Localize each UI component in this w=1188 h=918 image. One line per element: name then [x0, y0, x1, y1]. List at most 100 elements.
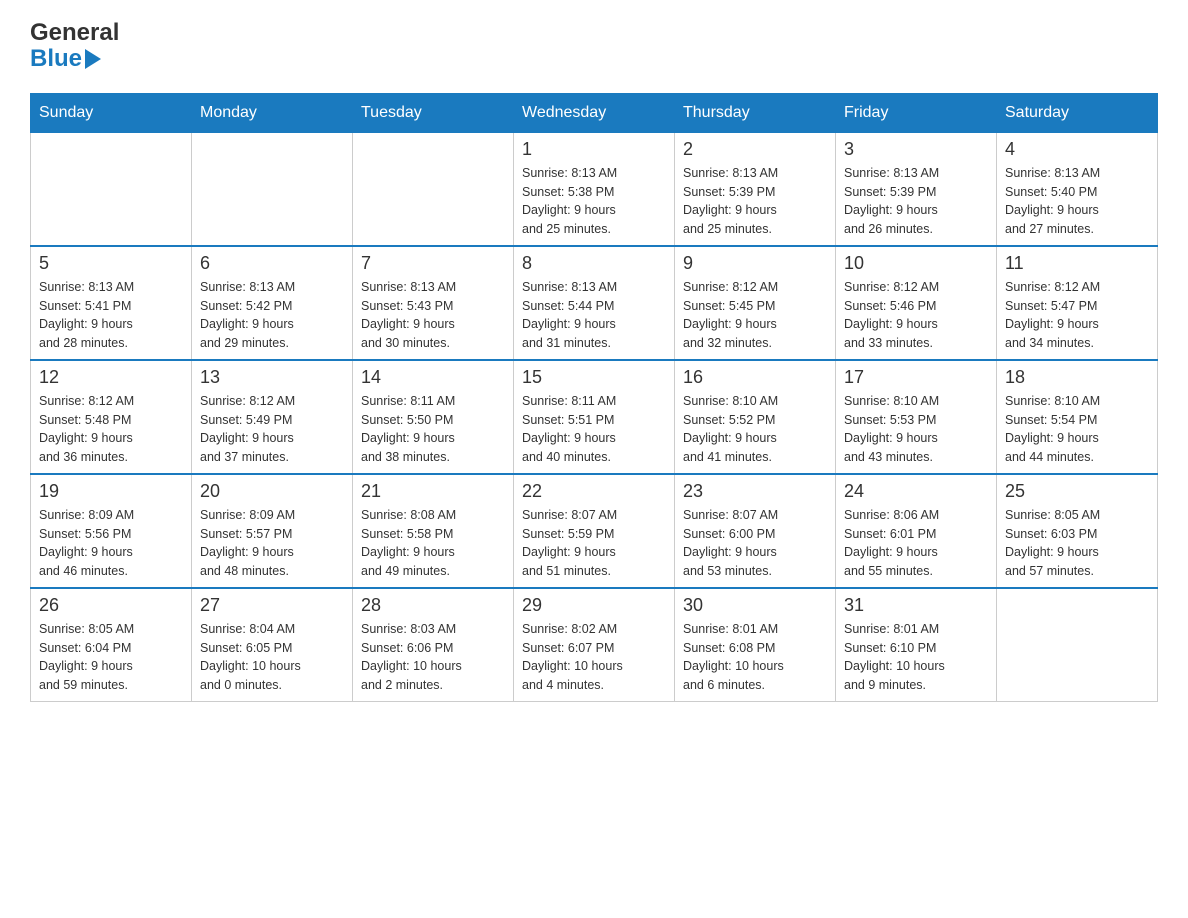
calendar-day-cell — [353, 132, 514, 246]
day-info: Sunrise: 8:02 AM Sunset: 6:07 PM Dayligh… — [522, 620, 666, 695]
day-info: Sunrise: 8:11 AM Sunset: 5:50 PM Dayligh… — [361, 392, 505, 467]
calendar-day-cell: 27 Sunrise: 8:04 AM Sunset: 6:05 PM Dayli… — [192, 588, 353, 702]
day-number: 7 — [361, 253, 505, 274]
day-info: Sunrise: 8:13 AM Sunset: 5:40 PM Dayligh… — [1005, 164, 1149, 239]
day-info: Sunrise: 8:10 AM Sunset: 5:53 PM Dayligh… — [844, 392, 988, 467]
day-info: Sunrise: 8:07 AM Sunset: 6:00 PM Dayligh… — [683, 506, 827, 581]
calendar-day-cell: 9 Sunrise: 8:12 AM Sunset: 5:45 PM Daylig… — [675, 246, 836, 360]
day-number: 22 — [522, 481, 666, 502]
calendar-day-cell: 16Sunrise: 8:10 AM Sunset: 5:52 PM Dayli… — [675, 360, 836, 474]
day-number: 24 — [844, 481, 988, 502]
calendar-header-row: SundayMondayTuesdayWednesdayThursdayFrid… — [31, 93, 1158, 132]
day-number: 2 — [683, 139, 827, 160]
calendar-day-cell: 19Sunrise: 8:09 AM Sunset: 5:56 PM Dayli… — [31, 474, 192, 588]
day-info: Sunrise: 8:12 AM Sunset: 5:46 PM Dayligh… — [844, 278, 988, 353]
day-number: 30 — [683, 595, 827, 616]
calendar-week-row: 1Sunrise: 8:13 AM Sunset: 5:38 PM Daylig… — [31, 132, 1158, 246]
day-info: Sunrise: 8:13 AM Sunset: 5:39 PM Dayligh… — [683, 164, 827, 239]
day-number: 1 — [522, 139, 666, 160]
day-info: Sunrise: 8:13 AM Sunset: 5:42 PM Dayligh… — [200, 278, 344, 353]
day-info: Sunrise: 8:05 AM Sunset: 6:04 PM Dayligh… — [39, 620, 183, 695]
day-info: Sunrise: 8:13 AM Sunset: 5:43 PM Dayligh… — [361, 278, 505, 353]
weekday-header-monday: Monday — [192, 93, 353, 132]
day-info: Sunrise: 8:13 AM Sunset: 5:44 PM Dayligh… — [522, 278, 666, 353]
calendar-day-cell: 26 Sunrise: 8:05 AM Sunset: 6:04 PM Dayli… — [31, 588, 192, 702]
day-info: Sunrise: 8:01 AM Sunset: 6:08 PM Dayligh… — [683, 620, 827, 695]
day-info: Sunrise: 8:10 AM Sunset: 5:54 PM Dayligh… — [1005, 392, 1149, 467]
calendar-day-cell: 13 Sunrise: 8:12 AM Sunset: 5:49 PM Dayli… — [192, 360, 353, 474]
calendar-day-cell: 24 Sunrise: 8:06 AM Sunset: 6:01 PM Dayli… — [836, 474, 997, 588]
day-info: Sunrise: 8:09 AM Sunset: 5:57 PM Dayligh… — [200, 506, 344, 581]
calendar-day-cell — [997, 588, 1158, 702]
day-number: 3 — [844, 139, 988, 160]
day-number: 15 — [522, 367, 666, 388]
calendar-week-row: 5 Sunrise: 8:13 AM Sunset: 5:41 PM Daylig… — [31, 246, 1158, 360]
calendar-day-cell: 14 Sunrise: 8:11 AM Sunset: 5:50 PM Dayli… — [353, 360, 514, 474]
calendar-day-cell: 3 Sunrise: 8:13 AM Sunset: 5:39 PM Daylig… — [836, 132, 997, 246]
day-info: Sunrise: 8:01 AM Sunset: 6:10 PM Dayligh… — [844, 620, 988, 695]
day-info: Sunrise: 8:06 AM Sunset: 6:01 PM Dayligh… — [844, 506, 988, 581]
weekday-header-tuesday: Tuesday — [353, 93, 514, 132]
day-info: Sunrise: 8:07 AM Sunset: 5:59 PM Dayligh… — [522, 506, 666, 581]
calendar-day-cell: 17Sunrise: 8:10 AM Sunset: 5:53 PM Dayli… — [836, 360, 997, 474]
calendar-week-row: 12 Sunrise: 8:12 AM Sunset: 5:48 PM Dayli… — [31, 360, 1158, 474]
day-number: 27 — [200, 595, 344, 616]
day-info: Sunrise: 8:10 AM Sunset: 5:52 PM Dayligh… — [683, 392, 827, 467]
day-number: 8 — [522, 253, 666, 274]
day-number: 25 — [1005, 481, 1149, 502]
day-number: 14 — [361, 367, 505, 388]
day-number: 11 — [1005, 253, 1149, 274]
calendar-day-cell — [192, 132, 353, 246]
day-number: 29 — [522, 595, 666, 616]
calendar-day-cell: 18 Sunrise: 8:10 AM Sunset: 5:54 PM Dayli… — [997, 360, 1158, 474]
calendar-day-cell: 5 Sunrise: 8:13 AM Sunset: 5:41 PM Daylig… — [31, 246, 192, 360]
day-info: Sunrise: 8:04 AM Sunset: 6:05 PM Dayligh… — [200, 620, 344, 695]
calendar-day-cell: 8 Sunrise: 8:13 AM Sunset: 5:44 PM Daylig… — [514, 246, 675, 360]
weekday-header-wednesday: Wednesday — [514, 93, 675, 132]
day-number: 9 — [683, 253, 827, 274]
calendar-table: SundayMondayTuesdayWednesdayThursdayFrid… — [30, 93, 1158, 702]
day-info: Sunrise: 8:03 AM Sunset: 6:06 PM Dayligh… — [361, 620, 505, 695]
weekday-header-friday: Friday — [836, 93, 997, 132]
calendar-day-cell: 4Sunrise: 8:13 AM Sunset: 5:40 PM Daylig… — [997, 132, 1158, 246]
calendar-day-cell: 23 Sunrise: 8:07 AM Sunset: 6:00 PM Dayli… — [675, 474, 836, 588]
logo-triangle-icon — [85, 49, 101, 69]
day-number: 28 — [361, 595, 505, 616]
day-number: 13 — [200, 367, 344, 388]
day-info: Sunrise: 8:11 AM Sunset: 5:51 PM Dayligh… — [522, 392, 666, 467]
calendar-day-cell: 2 Sunrise: 8:13 AM Sunset: 5:39 PM Daylig… — [675, 132, 836, 246]
day-info: Sunrise: 8:12 AM Sunset: 5:47 PM Dayligh… — [1005, 278, 1149, 353]
day-number: 31 — [844, 595, 988, 616]
day-number: 12 — [39, 367, 183, 388]
day-number: 20 — [200, 481, 344, 502]
day-info: Sunrise: 8:12 AM Sunset: 5:49 PM Dayligh… — [200, 392, 344, 467]
day-number: 6 — [200, 253, 344, 274]
calendar-day-cell: 31 Sunrise: 8:01 AM Sunset: 6:10 PM Dayli… — [836, 588, 997, 702]
calendar-day-cell: 30 Sunrise: 8:01 AM Sunset: 6:08 PM Dayli… — [675, 588, 836, 702]
logo: General Blue — [30, 20, 119, 73]
weekday-header-saturday: Saturday — [997, 93, 1158, 132]
logo-general: General — [30, 20, 119, 46]
day-number: 26 — [39, 595, 183, 616]
day-info: Sunrise: 8:12 AM Sunset: 5:48 PM Dayligh… — [39, 392, 183, 467]
day-number: 10 — [844, 253, 988, 274]
calendar-day-cell: 20 Sunrise: 8:09 AM Sunset: 5:57 PM Dayli… — [192, 474, 353, 588]
calendar-day-cell: 22 Sunrise: 8:07 AM Sunset: 5:59 PM Dayli… — [514, 474, 675, 588]
calendar-day-cell: 10 Sunrise: 8:12 AM Sunset: 5:46 PM Dayli… — [836, 246, 997, 360]
calendar-day-cell: 7 Sunrise: 8:13 AM Sunset: 5:43 PM Daylig… — [353, 246, 514, 360]
calendar-day-cell: 15 Sunrise: 8:11 AM Sunset: 5:51 PM Dayli… — [514, 360, 675, 474]
day-number: 5 — [39, 253, 183, 274]
day-number: 19 — [39, 481, 183, 502]
page-header: General Blue — [30, 20, 1158, 73]
day-number: 23 — [683, 481, 827, 502]
calendar-day-cell — [31, 132, 192, 246]
day-number: 18 — [1005, 367, 1149, 388]
calendar-week-row: 26 Sunrise: 8:05 AM Sunset: 6:04 PM Dayli… — [31, 588, 1158, 702]
day-info: Sunrise: 8:13 AM Sunset: 5:39 PM Dayligh… — [844, 164, 988, 239]
day-info: Sunrise: 8:13 AM Sunset: 5:41 PM Dayligh… — [39, 278, 183, 353]
day-number: 21 — [361, 481, 505, 502]
day-info: Sunrise: 8:12 AM Sunset: 5:45 PM Dayligh… — [683, 278, 827, 353]
calendar-day-cell: 6 Sunrise: 8:13 AM Sunset: 5:42 PM Daylig… — [192, 246, 353, 360]
calendar-day-cell: 11 Sunrise: 8:12 AM Sunset: 5:47 PM Dayli… — [997, 246, 1158, 360]
calendar-day-cell: 29 Sunrise: 8:02 AM Sunset: 6:07 PM Dayli… — [514, 588, 675, 702]
